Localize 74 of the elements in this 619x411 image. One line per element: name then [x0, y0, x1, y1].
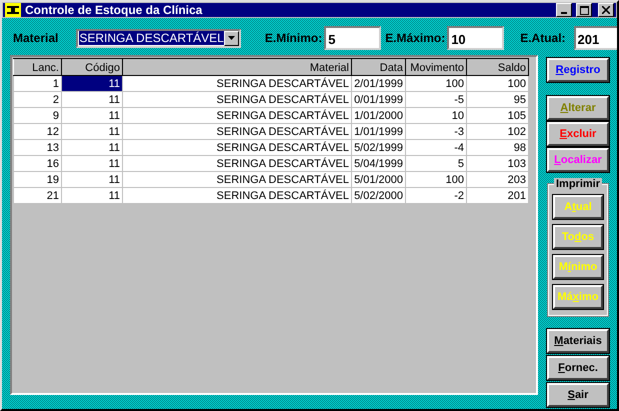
table-cell[interactable]: 21	[14, 188, 62, 204]
table-cell[interactable]: 5/02/1999	[352, 140, 406, 156]
exit-button[interactable]: Sair	[547, 383, 609, 407]
table-cell[interactable]: 1/01/2000	[352, 108, 406, 124]
table-cell[interactable]: 100	[406, 76, 466, 92]
table-cell[interactable]: 11	[62, 92, 122, 108]
current-label: E.Atual:	[520, 31, 566, 45]
column-header[interactable]: Data	[352, 58, 406, 76]
table-cell[interactable]: 16	[14, 156, 62, 172]
current-field[interactable]: 201	[574, 26, 617, 50]
table-cell[interactable]: -3	[406, 124, 466, 140]
table-cell[interactable]: 5/02/2000	[352, 188, 406, 204]
material-dropdown[interactable]: SERINGA DESCARTÁVEL	[76, 28, 241, 48]
table-cell[interactable]: 11	[62, 156, 122, 172]
suppliers-button[interactable]: Fornec.	[547, 356, 609, 380]
table-cell[interactable]: 2/01/1999	[352, 76, 406, 92]
table-cell[interactable]: 11	[62, 76, 122, 92]
table-cell[interactable]: 11	[62, 140, 122, 156]
table-cell[interactable]: 12	[14, 124, 62, 140]
material-label: Material	[13, 31, 58, 45]
table-cell[interactable]: SERINGA DESCARTÁVEL	[122, 92, 352, 108]
table-cell[interactable]: -4	[406, 140, 466, 156]
table-cell[interactable]: 11	[62, 108, 122, 124]
window-title: Controle de Estoque da Clínica	[25, 3, 204, 17]
table-cell[interactable]: 2	[14, 92, 62, 108]
table-cell[interactable]: 102	[466, 124, 528, 140]
materials-button[interactable]: Materiais	[547, 329, 609, 353]
table-cell[interactable]: SERINGA DESCARTÁVEL	[122, 188, 352, 204]
table-cell[interactable]: SERINGA DESCARTÁVEL	[122, 76, 352, 92]
table-cell[interactable]: 5/01/2000	[352, 172, 406, 188]
table-cell[interactable]: SERINGA DESCARTÁVEL	[122, 108, 352, 124]
table-cell[interactable]: SERINGA DESCARTÁVEL	[122, 172, 352, 188]
maximum-label: E.Máximo:	[385, 31, 446, 45]
table-cell[interactable]: -5	[406, 92, 466, 108]
table-cell[interactable]: SERINGA DESCARTÁVEL	[122, 140, 352, 156]
table-cell[interactable]: -2	[406, 188, 466, 204]
table-cell[interactable]: 11	[62, 188, 122, 204]
minimum-field[interactable]: 5	[324, 26, 382, 50]
column-header[interactable]: Código	[62, 58, 122, 76]
table-cell[interactable]: 105	[466, 108, 528, 124]
column-header[interactable]: Movimento	[406, 58, 466, 76]
table-cell[interactable]: 5	[406, 156, 466, 172]
app-icon	[5, 3, 21, 17]
table-cell[interactable]: 95	[466, 92, 528, 108]
table-cell[interactable]: 9	[14, 108, 62, 124]
table-cell[interactable]: 100	[406, 172, 466, 188]
table-cell[interactable]: 5/04/1999	[352, 156, 406, 172]
table-cell[interactable]: SERINGA DESCARTÁVEL	[122, 156, 352, 172]
maximum-field[interactable]: 10	[447, 26, 504, 50]
table-cell[interactable]: 201	[466, 188, 528, 204]
maximize-button[interactable]	[576, 3, 592, 17]
table-cell[interactable]: 0/01/1999	[352, 92, 406, 108]
column-header[interactable]: Lanc.	[14, 58, 62, 76]
table-cell[interactable]: 103	[466, 156, 528, 172]
table-cell[interactable]: 1/01/1999	[352, 124, 406, 140]
table-cell[interactable]: 19	[14, 172, 62, 188]
table-cell[interactable]: 203	[466, 172, 528, 188]
table-cell[interactable]: 11	[62, 124, 122, 140]
table-cell[interactable]: 13	[14, 140, 62, 156]
table-cell[interactable]: 11	[62, 172, 122, 188]
table-cell[interactable]: 98	[466, 140, 528, 156]
minimum-label: E.Mínimo:	[264, 31, 322, 45]
table-cell[interactable]: 100	[466, 76, 528, 92]
table-cell[interactable]: 10	[406, 108, 466, 124]
table-cell[interactable]: SERINGA DESCARTÁVEL	[122, 124, 352, 140]
register-button[interactable]: Registro	[547, 58, 609, 82]
group-title: Imprimir	[554, 178, 602, 190]
minimize-button[interactable]	[556, 3, 572, 17]
close-button[interactable]	[598, 3, 614, 17]
column-header[interactable]: Material	[122, 58, 352, 76]
table-cell[interactable]: 1	[14, 76, 62, 92]
close-icon	[602, 6, 610, 14]
column-header[interactable]: Saldo	[466, 58, 528, 76]
maximize-icon	[580, 6, 588, 14]
